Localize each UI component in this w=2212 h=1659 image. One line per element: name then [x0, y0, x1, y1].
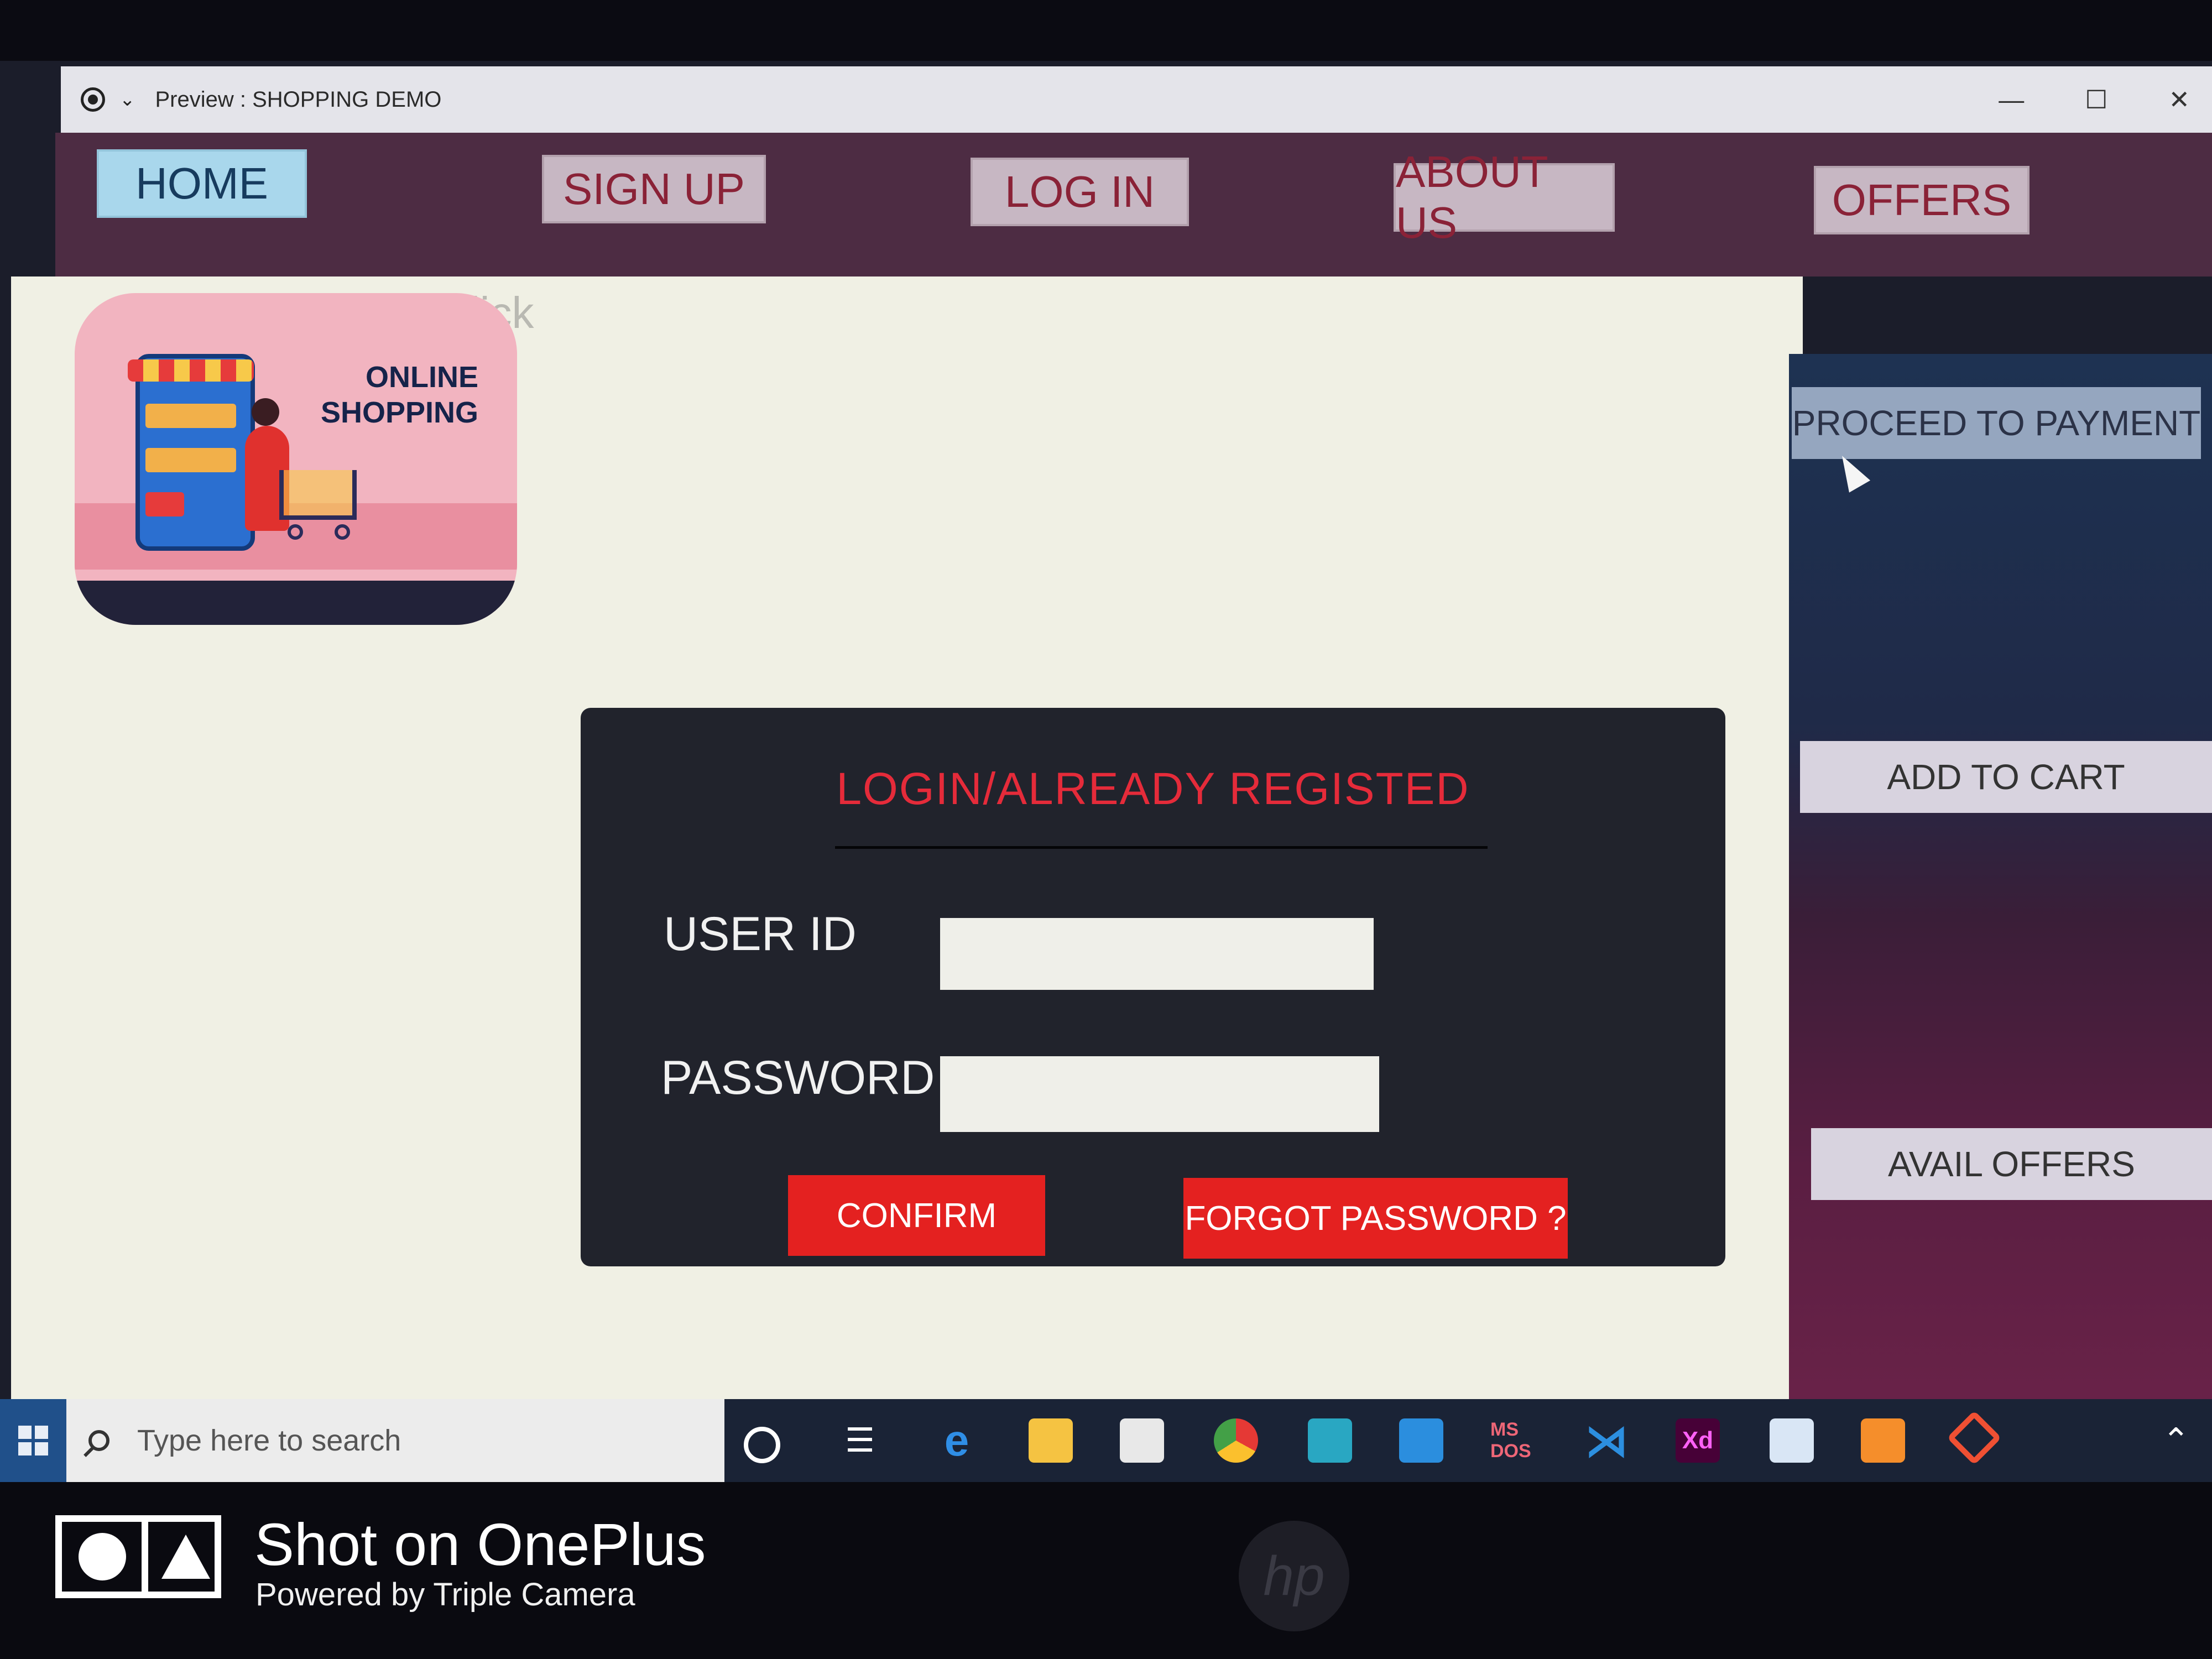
start-button[interactable]: [0, 1399, 66, 1482]
side-panel: PROCEED TO PAYMENT ADD TO CART AVAIL OFF…: [1789, 354, 2212, 1438]
logo-text-line: ONLINE: [365, 361, 478, 394]
online-shopping-logo: ONLINE SHOPPING: [75, 293, 517, 625]
photo-watermark: Shot on OnePlus Powered by Triple Camera…: [0, 1482, 2212, 1659]
record-icon[interactable]: [81, 87, 105, 112]
shopping-cart-icon: [279, 470, 357, 520]
nav-home-button[interactable]: HOME: [97, 149, 307, 218]
app-window-icon[interactable]: [1770, 1418, 1814, 1463]
buy-tag-illustration: [145, 492, 184, 517]
shelf-illustration: [145, 448, 236, 472]
shelf-illustration: [145, 404, 236, 428]
chevron-up-icon[interactable]: ⌃: [2162, 1421, 2190, 1460]
window-controls: — ☐ ✕: [1999, 66, 2190, 133]
maximize-button[interactable]: ☐: [2085, 85, 2107, 114]
user-id-label: USER ID: [664, 907, 857, 961]
nav-sign-up-button[interactable]: SIGN UP: [542, 155, 766, 223]
forgot-password-button[interactable]: FORGOT PASSWORD ?: [1183, 1178, 1568, 1259]
hp-logo-icon: hp: [1239, 1521, 1349, 1631]
title-divider: [835, 846, 1488, 849]
nav-offers-button[interactable]: OFFERS: [1814, 166, 2030, 234]
taskbar-search[interactable]: Type here to search: [66, 1399, 724, 1482]
logo-text: ONLINE SHOPPING: [321, 359, 478, 430]
avail-offers-button[interactable]: AVAIL OFFERS: [1811, 1128, 2212, 1200]
chrome-icon[interactable]: [1214, 1418, 1258, 1463]
shopper-head-illustration: [252, 398, 279, 426]
user-id-input[interactable]: [940, 918, 1374, 990]
edge-icon[interactable]: e: [935, 1416, 979, 1465]
login-title: LOGIN/ALREADY REGISTED: [836, 764, 1470, 814]
cart-wheel: [335, 524, 350, 540]
awning-illustration: [128, 359, 254, 382]
taskbar: Type here to search ☰ e MS DOS ⋊ Xd ⌃: [0, 1399, 2212, 1482]
add-to-cart-button[interactable]: ADD TO CART: [1800, 741, 2212, 813]
proceed-to-payment-button[interactable]: PROCEED TO PAYMENT: [1792, 387, 2201, 459]
close-button[interactable]: ✕: [2168, 85, 2190, 114]
cart-wheel: [288, 524, 303, 540]
chevron-down-icon[interactable]: ⌄: [119, 88, 135, 111]
file-explorer-icon[interactable]: [1029, 1418, 1073, 1463]
minimize-button[interactable]: —: [1999, 85, 2024, 114]
logo-base: [75, 581, 517, 625]
task-view-icon[interactable]: ☰: [838, 1418, 882, 1463]
cortana-icon[interactable]: [744, 1427, 780, 1463]
ms-dos-icon[interactable]: MS DOS: [1490, 1418, 1535, 1463]
nav-bar: HOME SIGN UP LOG IN ABOUT US OFFERS: [55, 133, 2212, 276]
powered-by-text: Powered by Triple Camera: [255, 1577, 635, 1613]
shot-on-text: Shot on OnePlus: [254, 1511, 706, 1578]
nav-log-in-button[interactable]: LOG IN: [971, 158, 1189, 226]
vscode-icon[interactable]: ⋊: [1584, 1416, 1629, 1465]
logo-text-line: SHOPPING: [320, 396, 478, 429]
store-icon[interactable]: [1120, 1418, 1164, 1463]
camera-logo-icon: [55, 1515, 221, 1598]
nav-about-us-button[interactable]: ABOUT US: [1394, 147, 1615, 247]
adobe-xd-icon[interactable]: Xd: [1676, 1418, 1720, 1463]
arduino-icon[interactable]: [1308, 1418, 1352, 1463]
confirm-button[interactable]: CONFIRM: [788, 1175, 1045, 1256]
password-input[interactable]: [940, 1056, 1379, 1132]
windows-icon: [18, 1426, 48, 1455]
sublime-icon[interactable]: [1861, 1418, 1905, 1463]
password-label: PASSWORD: [661, 1051, 935, 1104]
search-input[interactable]: Type here to search: [137, 1423, 401, 1458]
mail-icon[interactable]: [1399, 1418, 1443, 1463]
main-canvas: lick ONLINE SHOPPING LOGIN/ALREADY REGIS…: [11, 276, 1803, 1432]
login-card: LOGIN/ALREADY REGISTED USER ID PASSWORD …: [581, 708, 1725, 1266]
monitor-screen: ⌄ Preview : SHOPPING DEMO — ☐ ✕ HOME SIG…: [0, 61, 2212, 1482]
window-title: Preview : SHOPPING DEMO: [155, 87, 442, 112]
git-icon[interactable]: [1947, 1410, 2002, 1465]
window-title-bar: ⌄ Preview : SHOPPING DEMO — ☐ ✕: [61, 66, 2212, 133]
search-icon: [88, 1430, 109, 1451]
